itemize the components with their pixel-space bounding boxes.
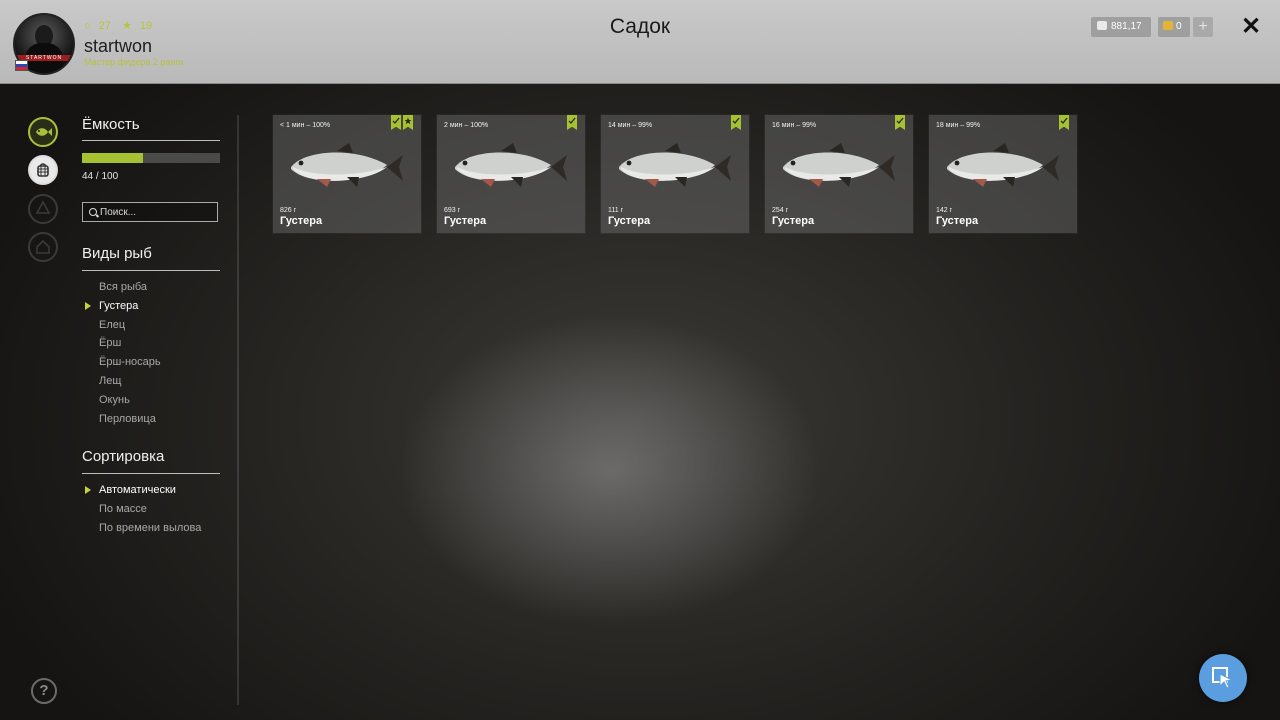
house-icon[interactable]: [28, 232, 58, 262]
fish-image: [943, 137, 1063, 202]
catch-time: 2 мин – 100%: [444, 122, 489, 129]
sort-list: Автоматически По массе По времени вылова: [84, 481, 201, 538]
capacity-bar-fill: [82, 153, 143, 163]
silver-value: 881,17: [1111, 21, 1142, 32]
species-title: Виды рыб: [82, 245, 152, 262]
panel-divider: [237, 115, 239, 705]
species-filter-item[interactable]: Ёрш: [99, 334, 161, 353]
silver-balance: 881,17: [1091, 17, 1151, 37]
add-currency-button[interactable]: +: [1193, 17, 1213, 37]
fish-card[interactable]: < 1 мин – 100% 826 г Густера: [273, 115, 421, 233]
fish-card[interactable]: 18 мин – 99% 142 г Густера: [929, 115, 1077, 233]
sort-option-item[interactable]: По времени вылова: [99, 519, 201, 538]
fish-weight: 693 г: [444, 207, 461, 214]
species-filter-item[interactable]: Лещ: [99, 372, 161, 391]
fish-name: Густера: [772, 215, 815, 227]
cursor-icon: [1212, 667, 1234, 689]
keepnet-icon[interactable]: [28, 155, 58, 185]
fish-image: [615, 137, 735, 202]
help-button[interactable]: ?: [31, 678, 57, 704]
catch-time: 14 мин – 99%: [608, 122, 653, 129]
search-icon: [89, 208, 97, 216]
check-badge-icon: [567, 115, 577, 130]
fish-name: Густера: [608, 215, 651, 227]
close-button[interactable]: ✕: [1241, 14, 1261, 40]
fish-weight: 142 г: [936, 207, 953, 214]
boat-icon[interactable]: [28, 194, 58, 224]
capacity-text: 44 / 100: [82, 171, 119, 182]
fish-card[interactable]: 14 мин – 99% 111 г Густера: [601, 115, 749, 233]
capacity-rule: [82, 140, 220, 141]
check-badge-icon: [1059, 115, 1069, 130]
catch-time: < 1 мин – 100%: [280, 122, 331, 129]
trophy-badge-icon: [403, 115, 413, 130]
fish-card[interactable]: 16 мин – 99% 254 г Густера: [765, 115, 913, 233]
search-box[interactable]: [82, 202, 218, 222]
capacity-title: Ёмкость: [82, 116, 140, 133]
fish-image: [287, 137, 407, 202]
capacity-bar: [82, 153, 220, 163]
fish-image: [779, 137, 899, 202]
silver-coin-icon: [1097, 21, 1107, 30]
species-filter-item[interactable]: Густера: [85, 297, 161, 316]
fish-icon[interactable]: [28, 117, 58, 147]
fish-image: [451, 137, 571, 202]
sort-option-item[interactable]: Автоматически: [84, 481, 201, 500]
check-badge-icon: [391, 115, 401, 130]
sort-title: Сортировка: [82, 448, 165, 465]
species-filter-item[interactable]: Ёрш-носарь: [99, 353, 161, 372]
search-input[interactable]: [100, 205, 210, 219]
species-filter-item[interactable]: Окунь: [99, 391, 161, 410]
check-badge-icon: [731, 115, 741, 130]
username: startwon: [84, 36, 153, 56]
species-filter-item[interactable]: Вся рыба: [99, 278, 161, 297]
species-list: Вся рыба Густера Елец Ёрш Ёрш-носарь Лещ Окунь…: [85, 278, 161, 429]
species-filter-item[interactable]: Перловица: [99, 410, 161, 429]
gold-coin-icon: [1163, 21, 1173, 30]
fish-weight: 826 г: [280, 207, 297, 214]
gold-balance: 0: [1158, 17, 1190, 37]
russia-flag-icon: [15, 60, 28, 71]
player-rank: Мастер фидера 2 ранга: [84, 57, 184, 67]
catch-time: 18 мин – 99%: [936, 122, 981, 129]
cursor-mode-button[interactable]: [1199, 654, 1247, 702]
top-bar: STARTWON ○ 27 ★ 19 startwon Мастер фидера …: [0, 0, 1280, 84]
check-badge-icon: [895, 115, 905, 130]
gold-value: 0: [1176, 21, 1182, 32]
catch-time: 16 мин – 99%: [772, 122, 817, 129]
species-filter-item[interactable]: Елец: [99, 316, 161, 335]
fish-name: Густера: [936, 215, 979, 227]
fish-weight: 254 г: [772, 207, 789, 214]
fish-weight: 111 г: [608, 207, 624, 214]
fish-card[interactable]: 2 мин – 100% 693 г Густера: [437, 115, 585, 233]
fish-name: Густера: [444, 215, 487, 227]
page-title: Садок: [609, 15, 671, 38]
species-rule: [82, 270, 220, 271]
sort-rule: [82, 473, 220, 474]
fish-name: Густера: [280, 215, 323, 227]
sort-option-item[interactable]: По массе: [99, 500, 201, 519]
